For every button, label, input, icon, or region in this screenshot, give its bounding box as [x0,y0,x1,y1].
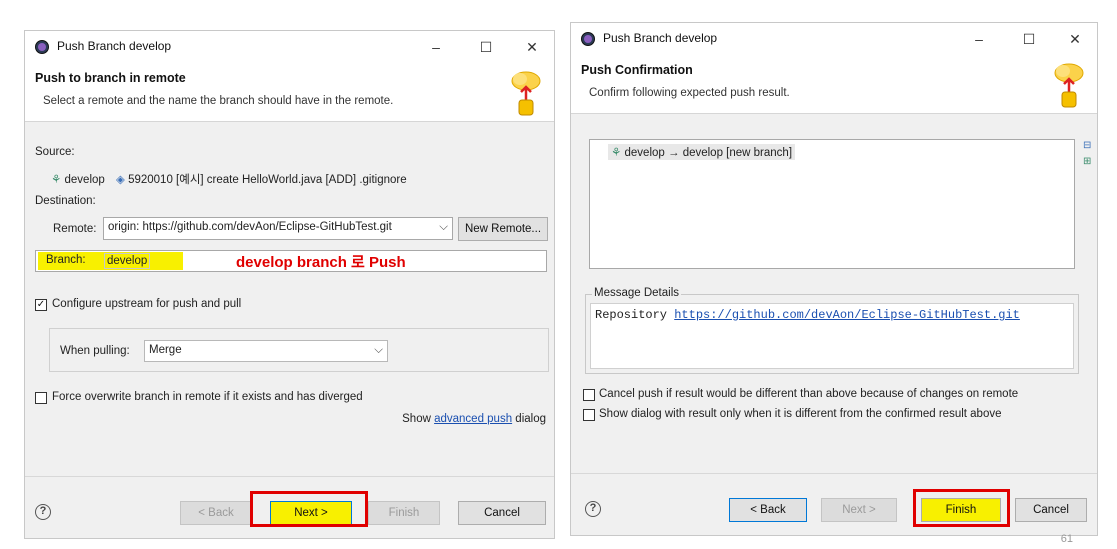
help-icon[interactable]: ? [35,504,51,520]
source-row: ⚘ develop ◈ 5920010 [예시] create HelloWor… [51,171,407,187]
branch-row: Branch: develop develop branch 로 Push [35,250,547,272]
when-pulling-value: Merge [149,344,182,356]
source-label: Source: [35,146,75,158]
page-description: Select a remote and the name the branch … [43,95,394,107]
page-number: 61 [1060,533,1073,545]
window-title: Push Branch develop [57,39,172,53]
expand-all-icon[interactable]: ⊞ [1083,156,1091,167]
message-line: Repository https://github.com/devAon/Ecl… [595,308,1020,322]
eclipse-icon [35,40,49,54]
branch-icon: ⚘ [51,174,62,186]
upstream-group: When pulling: Merge ⌵ [49,328,549,372]
when-pulling-label: When pulling: [60,345,130,357]
eclipse-icon [581,32,595,46]
branch-input[interactable]: develop [104,253,151,269]
force-overwrite-checkbox[interactable] [35,392,47,404]
chevron-down-icon: ⌵ [439,221,448,233]
title-bar: Push Branch develop – ☐ ✕ [571,23,1097,55]
push-branch-dialog-remote: Push Branch develop – ☐ ✕ Push to branch… [24,30,555,539]
advanced-push-row: Show advanced push dialog [402,413,546,425]
cancel-push-label: Cancel push if result would be different… [599,388,1019,400]
message-prefix: Repository [595,308,675,322]
minimize-button[interactable]: – [426,37,446,57]
destination-label: Destination: [35,195,96,207]
source-branch: develop [64,174,105,186]
back-button[interactable]: < Back [729,498,807,522]
force-overwrite-label: Force overwrite branch in remote if it e… [52,391,363,403]
collapse-all-icon[interactable]: ⊟ [1083,140,1091,151]
page-title: Push to branch in remote [35,71,186,85]
push-result-tree[interactable]: ⚘ develop → develop [new branch] [589,139,1075,269]
remote-value: origin: https://github.com/devAon/Eclips… [108,221,392,233]
remote-label: Remote: [53,223,97,235]
message-details-label: Message Details [592,287,682,299]
advanced-prefix: Show [402,413,435,425]
close-button[interactable]: ✕ [522,37,542,57]
show-dialog-label: Show dialog with result only when it is … [599,408,1002,420]
cancel-push-checkbox[interactable] [583,389,595,401]
configure-upstream-label: Configure upstream for push and pull [52,298,242,310]
message-details-group: Message Details Repository https://githu… [585,287,1079,374]
finish-button[interactable]: Finish [368,501,440,525]
window-title: Push Branch develop [603,31,718,45]
push-branch-dialog-confirmation: Push Branch develop – ☐ ✕ Push Confirmat… [570,22,1098,536]
repository-link[interactable]: https://github.com/devAon/Eclipse-GitHub… [674,308,1020,322]
next-button[interactable]: Next > [821,498,897,522]
wizard-header: Push Confirmation Confirm following expe… [571,55,1097,114]
push-cloud-icon [511,71,541,116]
maximize-button[interactable]: ☐ [1019,29,1039,49]
branch-icon: ⚘ [611,147,622,159]
branch-label: Branch: [46,254,86,266]
advanced-suffix: dialog [512,413,546,425]
when-pulling-select[interactable]: Merge ⌵ [144,340,388,362]
chevron-down-icon: ⌵ [374,344,383,356]
footer-divider [25,476,554,477]
annotation-highlight-box [913,489,1010,527]
result-item-label: develop → develop [new branch] [624,147,793,159]
title-bar: Push Branch develop – ☐ ✕ [25,31,554,63]
show-dialog-checkbox[interactable] [583,409,595,421]
back-button[interactable]: < Back [180,501,252,525]
advanced-push-link[interactable]: advanced push [434,413,512,425]
close-button[interactable]: ✕ [1065,29,1085,49]
page-title: Push Confirmation [581,63,693,77]
page-description: Confirm following expected push result. [589,87,790,99]
source-commit: 5920010 [예시] create HelloWorld.java [ADD… [128,174,407,186]
annotation-highlight-box [250,491,368,527]
remote-select[interactable]: origin: https://github.com/devAon/Eclips… [103,217,453,240]
configure-upstream-checkbox[interactable]: ✓ [35,299,47,311]
footer-divider [571,473,1097,474]
maximize-button[interactable]: ☐ [476,37,496,57]
cancel-button[interactable]: Cancel [1015,498,1087,522]
new-remote-button[interactable]: New Remote... [458,217,548,241]
push-cloud-icon [1054,63,1084,108]
minimize-button[interactable]: – [969,29,989,49]
cancel-button[interactable]: Cancel [458,501,546,525]
help-icon[interactable]: ? [585,501,601,517]
message-details-text[interactable]: Repository https://github.com/devAon/Ecl… [590,303,1074,369]
result-item[interactable]: ⚘ develop → develop [new branch] [608,144,796,160]
annotation-text: develop branch 로 Push [236,254,406,271]
wizard-header: Push to branch in remote Select a remote… [25,63,554,122]
commit-icon: ◈ [116,174,125,186]
